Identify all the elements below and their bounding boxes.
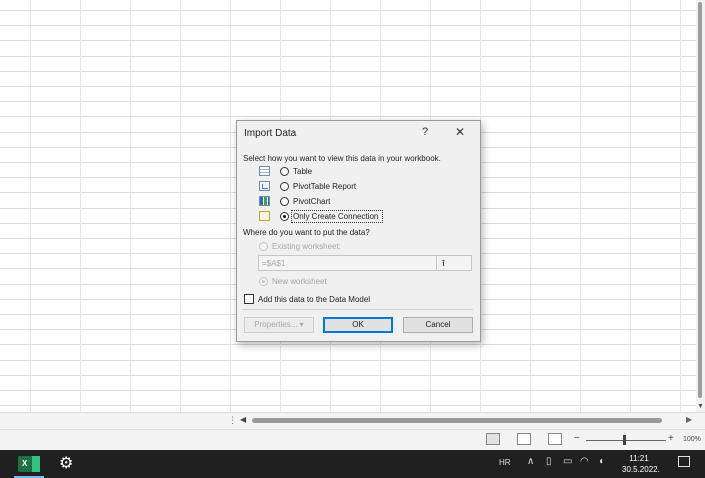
vertical-scroll-thumb[interactable]: [698, 2, 702, 398]
notification-center-icon[interactable]: [678, 456, 690, 467]
sheet-tab-splitter[interactable]: ⋮: [228, 415, 237, 426]
page-break-preview-icon[interactable]: [548, 433, 562, 445]
grid-row-line: [0, 71, 696, 72]
grid-column-line: [80, 0, 81, 412]
help-icon[interactable]: ?: [422, 126, 428, 138]
dialog-title: Import Data: [244, 128, 297, 139]
taskbar: X ⚙ HR ∧ ▯ ▭ ◠ ◖ 11:21 30.5.2022.: [0, 450, 705, 478]
table-option-label[interactable]: Table: [293, 167, 312, 176]
only-connection-radio[interactable]: [280, 212, 289, 221]
put-data-prompt-label: Where do you want to put the data?: [243, 228, 370, 237]
new-worksheet-label[interactable]: New worksheet: [272, 277, 327, 286]
clock[interactable]: 11:21 30.5.2022.: [622, 453, 660, 475]
excel-letter: X: [22, 459, 28, 468]
zoom-out-button[interactable]: −: [574, 433, 580, 444]
cancel-button[interactable]: Cancel: [403, 317, 473, 333]
grid-row-line: [0, 86, 696, 87]
table-radio[interactable]: [280, 167, 289, 176]
horizontal-scroll-thumb[interactable]: [252, 418, 662, 423]
scroll-right-arrow-icon[interactable]: ▶: [686, 415, 692, 424]
settings-gear-icon[interactable]: ⚙: [59, 453, 73, 473]
import-data-dialog: Import Data ? ✕ Select how you want to v…: [236, 120, 481, 342]
grid-column-line: [130, 0, 131, 412]
status-bar: − + 100%: [0, 429, 705, 450]
grid-row-line: [0, 344, 696, 345]
data-model-label[interactable]: Add this data to the Data Model: [258, 295, 370, 304]
existing-worksheet-label[interactable]: Existing worksheet:: [272, 242, 341, 251]
grid-row-line: [0, 405, 696, 406]
data-model-checkbox[interactable]: [244, 294, 254, 304]
grid-row-line: [0, 25, 696, 26]
pivotchart-radio[interactable]: [280, 197, 289, 206]
battery-icon[interactable]: ▭: [563, 456, 572, 467]
view-prompt-label: Select how you want to view this data in…: [243, 154, 441, 163]
scroll-down-arrow-icon[interactable]: ▼: [696, 403, 705, 410]
collapse-dialog-icon[interactable]: ⭱: [436, 256, 450, 270]
grid-column-line: [580, 0, 581, 412]
grid-row-line: [0, 116, 696, 117]
existing-worksheet-radio[interactable]: [259, 242, 268, 251]
ok-button[interactable]: OK: [323, 317, 393, 333]
grid-row-line: [0, 101, 696, 102]
scroll-left-arrow-icon[interactable]: ◀: [240, 415, 246, 424]
language-indicator[interactable]: HR: [499, 458, 511, 467]
zoom-slider-knob[interactable]: [623, 435, 626, 445]
grid-column-line: [530, 0, 531, 412]
table-icon: [259, 166, 270, 176]
horizontal-scroll-area: ⋮ ◀ ▶: [0, 412, 705, 429]
grid-row-line: [0, 56, 696, 57]
cell-reference-value: =$A$1: [262, 259, 286, 268]
grid-column-line: [630, 0, 631, 412]
pivottable-option-label[interactable]: PivotTable Report: [293, 182, 356, 191]
new-worksheet-radio[interactable]: [259, 277, 268, 286]
grid-row-line: [0, 40, 696, 41]
meet-now-icon[interactable]: ▯: [546, 456, 552, 467]
clock-date: 30.5.2022.: [622, 465, 660, 474]
grid-row-line: [0, 375, 696, 376]
properties-dropdown-arrow-icon: ▾: [299, 320, 304, 329]
grid-row-line: [0, 360, 696, 361]
clock-time: 11:21: [629, 454, 649, 463]
tray-chevron-icon[interactable]: ∧: [527, 456, 534, 467]
normal-view-icon[interactable]: [486, 433, 500, 445]
grid-column-line: [230, 0, 231, 412]
grid-column-line: [680, 0, 681, 412]
zoom-level[interactable]: 100%: [683, 436, 701, 443]
page-layout-view-icon[interactable]: [517, 433, 531, 445]
grid-column-line: [180, 0, 181, 412]
connection-icon: [259, 211, 270, 221]
grid-row-line: [0, 390, 696, 391]
volume-icon[interactable]: ◖: [598, 456, 604, 467]
wifi-icon[interactable]: ◠: [580, 456, 589, 467]
vertical-scrollbar[interactable]: ▼: [696, 0, 705, 412]
dialog-separator: [242, 309, 473, 310]
close-icon[interactable]: ✕: [455, 125, 465, 139]
pivottable-radio[interactable]: [280, 182, 289, 191]
pivottable-icon: [259, 181, 270, 191]
zoom-slider[interactable]: [586, 440, 666, 441]
only-connection-option-label[interactable]: Only Create Connection: [293, 212, 378, 221]
properties-button[interactable]: Properties... ▾: [244, 317, 314, 333]
properties-button-label: Properties...: [254, 320, 298, 329]
excel-taskbar-icon[interactable]: X: [18, 456, 40, 472]
pivotchart-icon: [259, 196, 270, 206]
grid-column-line: [30, 0, 31, 412]
pivotchart-option-label[interactable]: PivotChart: [293, 197, 330, 206]
zoom-in-button[interactable]: +: [668, 433, 674, 444]
grid-row-line: [0, 10, 696, 11]
